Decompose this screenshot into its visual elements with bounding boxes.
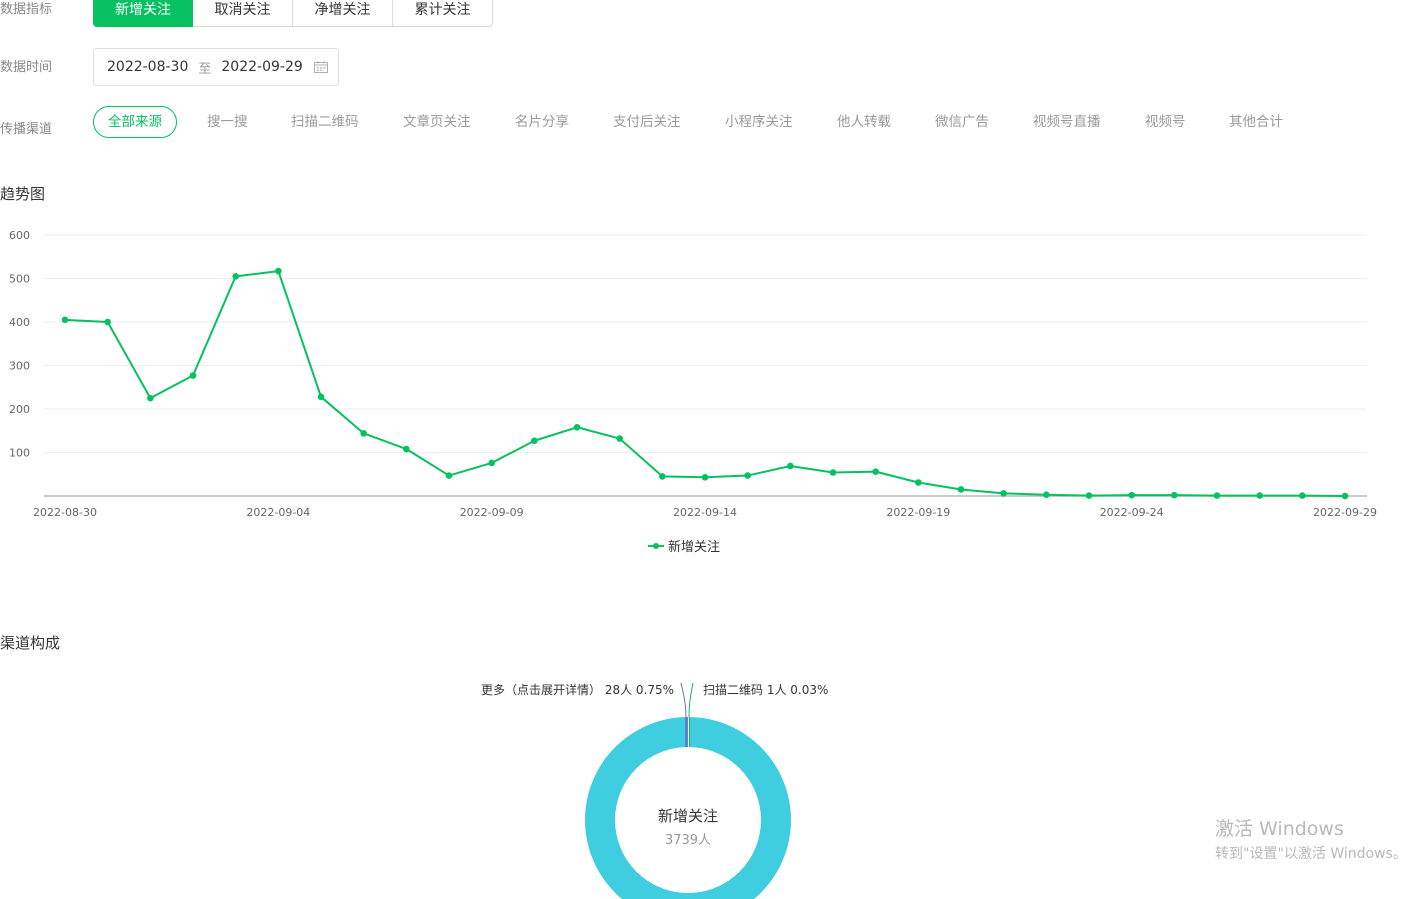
- date-start[interactable]: 2022-08-30: [107, 59, 188, 75]
- data-point: [1043, 491, 1050, 498]
- data-point: [61, 316, 69, 324]
- time-label: 数据时间: [0, 60, 53, 75]
- channel-channels-live[interactable]: 视频号直播: [1033, 106, 1101, 138]
- data-point: [1085, 492, 1093, 499]
- channel-article[interactable]: 文章页关注: [403, 106, 471, 138]
- donut-label-more[interactable]: 更多（点击展开详情） 28人 0.75%: [481, 681, 674, 698]
- data-point: [915, 479, 922, 486]
- data-point: [1213, 492, 1221, 499]
- data-point: [1256, 492, 1263, 499]
- tab-total-follow[interactable]: 累计关注: [393, 0, 493, 27]
- y-tick-label: 300: [9, 360, 30, 373]
- data-point: [1299, 492, 1306, 499]
- calendar-icon[interactable]: [314, 61, 328, 73]
- metric-tabs: 新增关注 取消关注 净增关注 累计关注: [93, 0, 493, 27]
- y-tick-label: 500: [9, 273, 30, 286]
- donut-center-value: 3739人: [664, 833, 712, 848]
- data-point: [701, 473, 709, 481]
- trend-title: 趋势图: [0, 185, 46, 203]
- data-point: [787, 462, 794, 470]
- data-point: [317, 393, 325, 401]
- donut-center: 新增关注 3739人: [588, 805, 788, 848]
- date-separator: 至: [198, 61, 212, 77]
- data-point: [573, 423, 581, 431]
- channel-qrcode[interactable]: 扫描二维码: [291, 106, 359, 138]
- leader-line-more: [680, 682, 687, 718]
- tab-unfollow[interactable]: 取消关注: [193, 0, 293, 27]
- y-tick-label: 100: [9, 447, 30, 460]
- watermark-line2: 转到"设置"以激活 Windows。: [1215, 846, 1407, 862]
- data-point: [1000, 490, 1007, 497]
- channel-others[interactable]: 其他合计: [1229, 106, 1283, 138]
- x-tick-label: 2022-09-09: [460, 506, 524, 519]
- data-point: [147, 394, 154, 402]
- data-point: [488, 459, 495, 467]
- legend-marker: [648, 541, 664, 551]
- data-point: [275, 267, 282, 275]
- date-range-picker[interactable]: 2022-08-30 至 2022-09-29: [93, 48, 339, 86]
- channel-wechat-ads[interactable]: 微信广告: [935, 106, 989, 138]
- data-point: [957, 486, 965, 493]
- leader-line-qrcode: [688, 682, 694, 718]
- channel-all[interactable]: 全部来源: [93, 106, 177, 138]
- data-point: [189, 372, 197, 379]
- series-line-new-follow: [64, 270, 1346, 497]
- data-point: [403, 445, 410, 453]
- channel-mini-program[interactable]: 小程序关注: [725, 106, 793, 138]
- donut-label-qrcode[interactable]: 扫描二维码 1人 0.03%: [703, 681, 828, 698]
- windows-activation-watermark: 激活 Windows 转到"设置"以激活 Windows。: [1215, 814, 1407, 863]
- channel-donut-chart: [585, 682, 791, 899]
- composition-title: 渠道构成: [0, 634, 61, 652]
- tab-net-follow[interactable]: 净增关注: [293, 0, 393, 27]
- data-point: [232, 273, 239, 280]
- x-tick-label: 2022-08-30: [33, 506, 97, 519]
- data-point: [531, 437, 538, 445]
- legend-label: 新增关注: [668, 540, 721, 555]
- data-point: [744, 472, 751, 479]
- data-point: [659, 473, 666, 480]
- y-tick-label: 400: [9, 316, 30, 329]
- channel-card-share[interactable]: 名片分享: [515, 106, 569, 138]
- channel-reprint[interactable]: 他人转载: [837, 106, 891, 138]
- x-tick-label: 2022-09-24: [1100, 506, 1164, 519]
- data-point: [829, 469, 837, 476]
- data-point: [360, 430, 367, 437]
- watermark-line1: 激活 Windows: [1215, 818, 1344, 840]
- x-tick-label: 2022-09-29: [1313, 506, 1377, 519]
- data-point: [1128, 491, 1135, 499]
- data-point: [616, 435, 623, 442]
- trend-chart: 100 200 300 400 500 600 2022-08-30 2022-09-04 20…: [9, 229, 1377, 519]
- data-point: [445, 472, 453, 479]
- channel-search[interactable]: 搜一搜: [207, 106, 248, 138]
- data-point: [872, 468, 879, 475]
- y-tick-label: 200: [9, 403, 30, 416]
- channel-after-payment[interactable]: 支付后关注: [613, 106, 681, 138]
- x-tick-label: 2022-09-04: [246, 506, 310, 519]
- data-point: [1171, 491, 1178, 499]
- tab-new-follow[interactable]: 新增关注: [93, 0, 193, 27]
- donut-center-title: 新增关注: [657, 807, 718, 825]
- x-tick-label: 2022-09-14: [673, 506, 737, 519]
- metric-label: 数据指标: [0, 2, 53, 17]
- y-tick-label: 600: [9, 229, 30, 242]
- date-end[interactable]: 2022-09-29: [221, 59, 302, 75]
- data-point: [104, 318, 111, 326]
- x-tick-label: 2022-09-19: [886, 506, 950, 519]
- channel-label: 传播渠道: [0, 122, 53, 137]
- channel-channels[interactable]: 视频号: [1145, 106, 1186, 138]
- chart-legend[interactable]: 新增关注: [648, 536, 720, 555]
- data-point: [1341, 492, 1349, 500]
